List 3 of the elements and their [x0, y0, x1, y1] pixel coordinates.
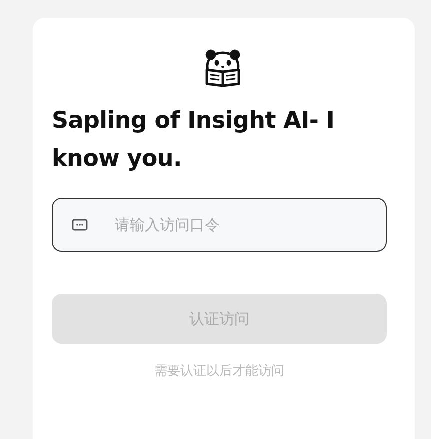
hint-text: 需要认证以后才能访问 [154, 363, 286, 380]
password-field[interactable]: 请输入访问口令 [52, 198, 387, 252]
page-title: Sapling of Insight AI- I know you. [52, 107, 336, 174]
